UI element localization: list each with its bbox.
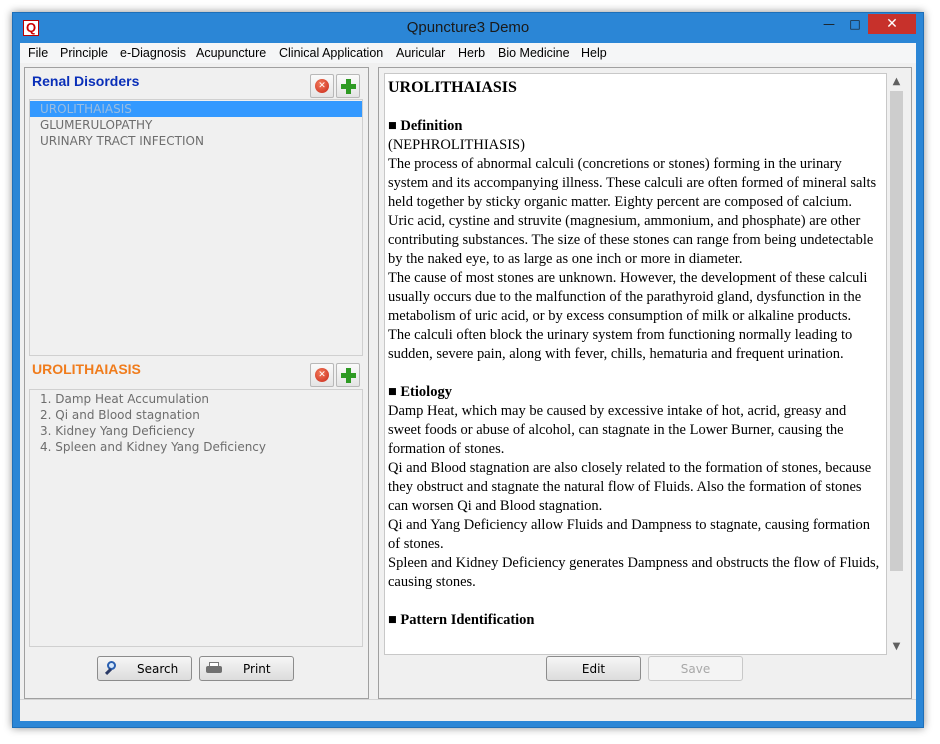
definition-paragraph: The process of abnormal calculi (concret… <box>388 156 877 267</box>
print-button-label: Print <box>243 662 271 676</box>
patterns-list[interactable]: 1. Damp Heat Accumulation 2. Qi and Bloo… <box>29 389 363 647</box>
delete-icon: ✕ <box>315 79 329 93</box>
menu-bar: File Principle e-Diagnosis Acupuncture C… <box>20 43 916 63</box>
scroll-up-arrow-icon[interactable]: ▲ <box>888 73 905 90</box>
remove-disorder-button[interactable]: ✕ <box>310 74 334 98</box>
list-item-urolithaiasis[interactable]: UROLITHAIASIS <box>30 101 362 117</box>
menu-principle[interactable]: Principle <box>60 46 108 60</box>
document-content[interactable]: UROLITHAIASIS ■ Definition (NEPHROLITHIA… <box>384 73 887 655</box>
add-pattern-button[interactable] <box>336 363 360 387</box>
document-viewer: UROLITHAIASIS ■ Definition (NEPHROLITHIA… <box>384 73 905 655</box>
menu-e-diagnosis[interactable]: e-Diagnosis <box>120 46 186 60</box>
printer-icon <box>206 662 222 675</box>
status-bar <box>20 699 916 721</box>
remove-pattern-button[interactable]: ✕ <box>310 363 334 387</box>
search-button[interactable]: Search <box>97 656 192 681</box>
definition-paragraph: The cause of most stones are unknown. Ho… <box>388 270 868 324</box>
minimize-button[interactable]: — <box>816 14 842 34</box>
list-item-urinary-tract-infection[interactable]: URINARY TRACT INFECTION <box>30 133 362 149</box>
list-item-glumerulopathy[interactable]: GLUMERULOPATHY <box>30 117 362 133</box>
list-item-pattern-2[interactable]: 2. Qi and Blood stagnation <box>30 407 362 423</box>
disorders-title: Renal Disorders <box>32 73 140 89</box>
delete-icon: ✕ <box>315 368 329 382</box>
left-panel: Renal Disorders ✕ UROLITHAIASIS GLUMERUL… <box>24 67 369 699</box>
scroll-down-arrow-icon[interactable]: ▼ <box>888 638 905 655</box>
document-scrollbar[interactable]: ▲ ▼ <box>888 73 905 655</box>
save-button[interactable]: Save <box>648 656 743 681</box>
menu-herb[interactable]: Herb <box>458 46 485 60</box>
save-button-label: Save <box>680 662 711 676</box>
document-title: UROLITHAIASIS <box>388 79 517 96</box>
print-button[interactable]: Print <box>199 656 294 681</box>
close-button[interactable]: ✕ <box>868 14 916 34</box>
disorders-list[interactable]: UROLITHAIASIS GLUMERULOPATHY URINARY TRA… <box>29 99 363 356</box>
definition-paragraph: The calculi often block the urinary syst… <box>388 327 853 362</box>
menu-bio-medicine[interactable]: Bio Medicine <box>498 46 570 60</box>
menu-auricular[interactable]: Auricular <box>396 46 445 60</box>
add-disorder-button[interactable] <box>336 74 360 98</box>
list-item-pattern-3[interactable]: 3. Kidney Yang Deficiency <box>30 423 362 439</box>
edit-button[interactable]: Edit <box>546 656 641 681</box>
definition-alt-name: (NEPHROLITHIASIS) <box>388 137 525 153</box>
scrollbar-thumb[interactable] <box>890 91 903 571</box>
menu-file[interactable]: File <box>28 46 48 60</box>
etiology-paragraph: Damp Heat, which may be caused by excess… <box>388 403 847 457</box>
definition-heading: ■ Definition <box>388 118 463 134</box>
search-icon <box>104 661 118 676</box>
right-panel: UROLITHAIASIS ■ Definition (NEPHROLITHIA… <box>378 67 912 699</box>
menu-acupuncture[interactable]: Acupuncture <box>196 46 266 60</box>
title-bar[interactable]: Q Qpuncture3 Demo — □ ✕ <box>13 13 923 43</box>
etiology-paragraph: Qi and Blood stagnation are also closely… <box>388 460 872 514</box>
menu-clinical-application[interactable]: Clinical Application <box>279 46 383 60</box>
app-window: Q Qpuncture3 Demo — □ ✕ File Principle e… <box>12 12 924 728</box>
list-item-pattern-4[interactable]: 4. Spleen and Kidney Yang Deficiency <box>30 439 362 455</box>
etiology-paragraph: Spleen and Kidney Deficiency generates D… <box>388 555 880 590</box>
search-button-label: Search <box>137 662 179 676</box>
edit-button-label: Edit <box>581 662 606 676</box>
etiology-paragraph: Qi and Yang Deficiency allow Fluids and … <box>388 517 871 552</box>
list-item-pattern-1[interactable]: 1. Damp Heat Accumulation <box>30 391 362 407</box>
client-area: File Principle e-Diagnosis Acupuncture C… <box>20 43 916 721</box>
etiology-heading: ■ Etiology <box>388 384 452 400</box>
pattern-identification-heading: ■ Pattern Identification <box>388 612 535 628</box>
patterns-title: UROLITHAIASIS <box>32 361 141 377</box>
menu-help[interactable]: Help <box>581 46 607 60</box>
maximize-button[interactable]: □ <box>842 14 868 34</box>
window-title: Qpuncture3 Demo <box>406 19 530 36</box>
